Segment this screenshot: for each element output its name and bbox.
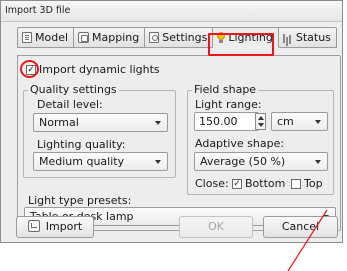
adaptive-shape-label: Adaptive shape: <box>195 137 285 150</box>
import-button-label: Import <box>45 220 83 233</box>
close-bottom-label: Bottom <box>245 177 286 190</box>
spin-up-icon <box>258 116 264 120</box>
window-title: Import 3D file <box>1 1 342 22</box>
light-type-presets-label: Light type presets: <box>28 194 132 207</box>
mapping-icon <box>78 32 90 43</box>
cancel-button-label: Cancel <box>281 220 320 233</box>
field-shape-title: Field shape <box>192 83 259 96</box>
lighting-quality-value: Medium quality <box>39 155 125 168</box>
tab-mapping-label: Mapping <box>92 31 140 44</box>
unit-value: cm <box>277 115 294 128</box>
detail-level-label: Detail level: <box>37 98 103 111</box>
unit-dropdown[interactable]: cm <box>271 112 328 131</box>
close-top-checkbox[interactable] <box>291 179 301 189</box>
chevron-down-icon <box>155 160 161 164</box>
tab-settings-label: Settings <box>162 31 208 44</box>
chevron-down-icon <box>315 120 321 124</box>
quality-settings-title: Quality settings <box>28 83 119 96</box>
lighting-quality-label: Lighting quality: <box>37 138 126 151</box>
light-range-spinner[interactable] <box>255 113 266 130</box>
tab-model[interactable]: Model <box>17 27 75 48</box>
import-icon <box>27 220 40 232</box>
tab-status[interactable]: Status <box>278 27 337 48</box>
checkbox-highlight <box>20 60 39 78</box>
light-range-label: Light range: <box>195 98 262 111</box>
close-label: Close: <box>195 177 229 190</box>
chevron-down-icon <box>315 160 321 164</box>
tab-model-label: Model <box>35 31 69 44</box>
tab-mapping[interactable]: Mapping <box>74 27 146 48</box>
import-button[interactable]: Import <box>16 216 94 238</box>
detail-level-dropdown[interactable]: Normal <box>33 113 168 132</box>
chevron-down-icon <box>155 121 161 125</box>
adaptive-shape-dropdown[interactable]: Average (50 %) <box>194 152 328 171</box>
cancel-button[interactable]: Cancel <box>263 216 338 238</box>
lighting-quality-dropdown[interactable]: Medium quality <box>33 152 168 171</box>
status-icon <box>282 32 293 43</box>
close-top-label: Top <box>304 177 323 190</box>
detail-level-value: Normal <box>39 116 79 129</box>
import-3d-dialog: Import 3D file Model Mapping Settings Li… <box>0 0 343 243</box>
ok-button-label: OK <box>208 220 224 233</box>
lighting-tab-highlight <box>208 33 274 56</box>
tab-status-label: Status <box>295 31 331 44</box>
close-bottom-checkbox[interactable]: ✓ <box>232 179 242 189</box>
adaptive-shape-value: Average (50 %) <box>200 155 286 168</box>
ok-button[interactable]: OK <box>179 216 253 238</box>
spin-down-icon <box>258 123 264 127</box>
model-icon <box>22 32 32 43</box>
settings-icon <box>149 32 160 43</box>
tab-settings[interactable]: Settings <box>145 27 214 48</box>
light-range-input[interactable]: 150.00 <box>194 112 259 131</box>
import-dynamic-lights-label: Import dynamic lights <box>39 63 160 76</box>
tab-bar: Model Mapping Settings Lighting Status <box>17 27 337 48</box>
